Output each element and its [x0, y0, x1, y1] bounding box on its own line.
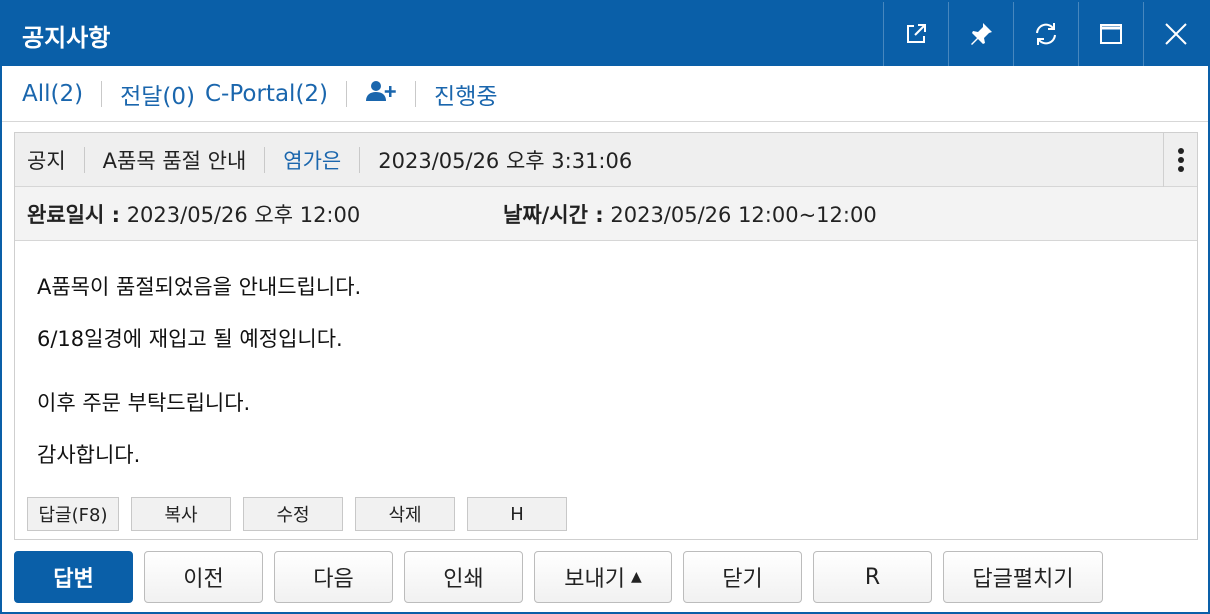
delete-button[interactable]: 삭제	[355, 497, 455, 531]
maximize-icon	[1100, 24, 1122, 44]
notice-header: 공지 A품목 품절 안내 염가은 2023/05/26 오후 3:31:06	[15, 133, 1197, 187]
edit-button[interactable]: 수정	[243, 497, 343, 531]
refresh-icon	[1036, 23, 1056, 45]
add-user-icon	[366, 80, 396, 101]
add-user-button[interactable]	[365, 79, 397, 109]
close-icon	[1165, 23, 1187, 45]
h-button[interactable]: H	[467, 497, 567, 531]
notice-subject: A품목 품절 안내	[102, 148, 247, 173]
next-button[interactable]: 다음	[274, 551, 393, 603]
more-vertical-icon	[1177, 148, 1184, 172]
notice-body: A품목이 품절되었음을 안내드립니다. 6/18일경에 재입고 될 예정입니다.…	[37, 261, 361, 481]
filter-status[interactable]: 진행중	[434, 77, 497, 111]
r-button[interactable]: R	[813, 551, 932, 603]
filter-all[interactable]: All(2)	[22, 81, 83, 107]
body-line: A품목이 품절되었음을 안내드립니다.	[37, 275, 362, 299]
close-button[interactable]	[1143, 2, 1208, 66]
body-line: 6/18일경에 재입고 될 예정입니다.	[37, 327, 343, 351]
expand-replies-button[interactable]: 답글펼치기	[943, 551, 1103, 603]
bottom-toolbar: 답변 이전 다음 인쇄 보내기 ▲ 닫기 R 답글펼치기	[14, 551, 1103, 603]
print-button[interactable]: 인쇄	[404, 551, 523, 603]
external-link-icon	[907, 24, 926, 43]
divider	[415, 80, 417, 107]
completion-field: 완료일시 : 2023/05/26 오후 12:00	[27, 199, 360, 229]
schedule-label: 날짜/시간 :	[503, 202, 604, 227]
pin-button[interactable]	[948, 2, 1013, 66]
divider	[346, 80, 348, 107]
divider	[83, 146, 85, 173]
body-line: 이후 주문 부탁드립니다.	[37, 391, 251, 415]
title-bar-buttons	[883, 2, 1208, 66]
reply-comment-button[interactable]: 답글(F8)	[27, 497, 119, 531]
filter-deliver[interactable]: 전달(0)	[120, 77, 195, 111]
maximize-button[interactable]	[1078, 2, 1143, 66]
notice-author[interactable]: 염가은	[283, 145, 341, 175]
notice-datetime: 2023/05/26 오후 3:31:06	[378, 148, 633, 173]
title-bar: 공지사항	[2, 2, 1208, 66]
filter-bar: All(2) 전달(0) C-Portal(2) 진행중	[2, 66, 1208, 122]
more-menu-button[interactable]	[1163, 133, 1197, 187]
send-label: 보내기	[564, 567, 625, 592]
notice-content: 공지 A품목 품절 안내 염가은 2023/05/26 오후 3:31:06 완…	[14, 132, 1198, 540]
divider	[264, 146, 266, 173]
completion-value: 2023/05/26 오후 12:00	[126, 202, 361, 227]
send-button[interactable]: 보내기 ▲	[534, 551, 672, 603]
filter-cportal[interactable]: C-Portal(2)	[205, 81, 328, 107]
pin-icon	[971, 23, 992, 45]
body-line: 감사합니다.	[37, 443, 141, 467]
schedule-value: 2023/05/26 12:00~12:00	[610, 202, 877, 227]
notice-window: 공지사항 All(2) 전달(0) C-Portal(2) 진행중 공지 A품목…	[0, 0, 1210, 614]
window-title: 공지사항	[22, 24, 111, 52]
refresh-button[interactable]	[1013, 2, 1078, 66]
external-link-button[interactable]	[883, 2, 948, 66]
caret-up-icon: ▲	[630, 569, 642, 585]
copy-button[interactable]: 복사	[131, 497, 231, 531]
notice-type: 공지	[27, 148, 66, 173]
divider	[101, 80, 103, 107]
notice-meta: 완료일시 : 2023/05/26 오후 12:00 날짜/시간 : 2023/…	[15, 187, 1197, 241]
completion-label: 완료일시 :	[27, 202, 120, 227]
notice-actions: 답글(F8) 복사 수정 삭제 H	[27, 497, 567, 531]
prev-button[interactable]: 이전	[144, 551, 263, 603]
reply-button[interactable]: 답변	[14, 551, 133, 603]
close-window-button[interactable]: 닫기	[683, 551, 802, 603]
divider	[359, 146, 361, 173]
schedule-field: 날짜/시간 : 2023/05/26 12:00~12:00	[503, 199, 877, 229]
